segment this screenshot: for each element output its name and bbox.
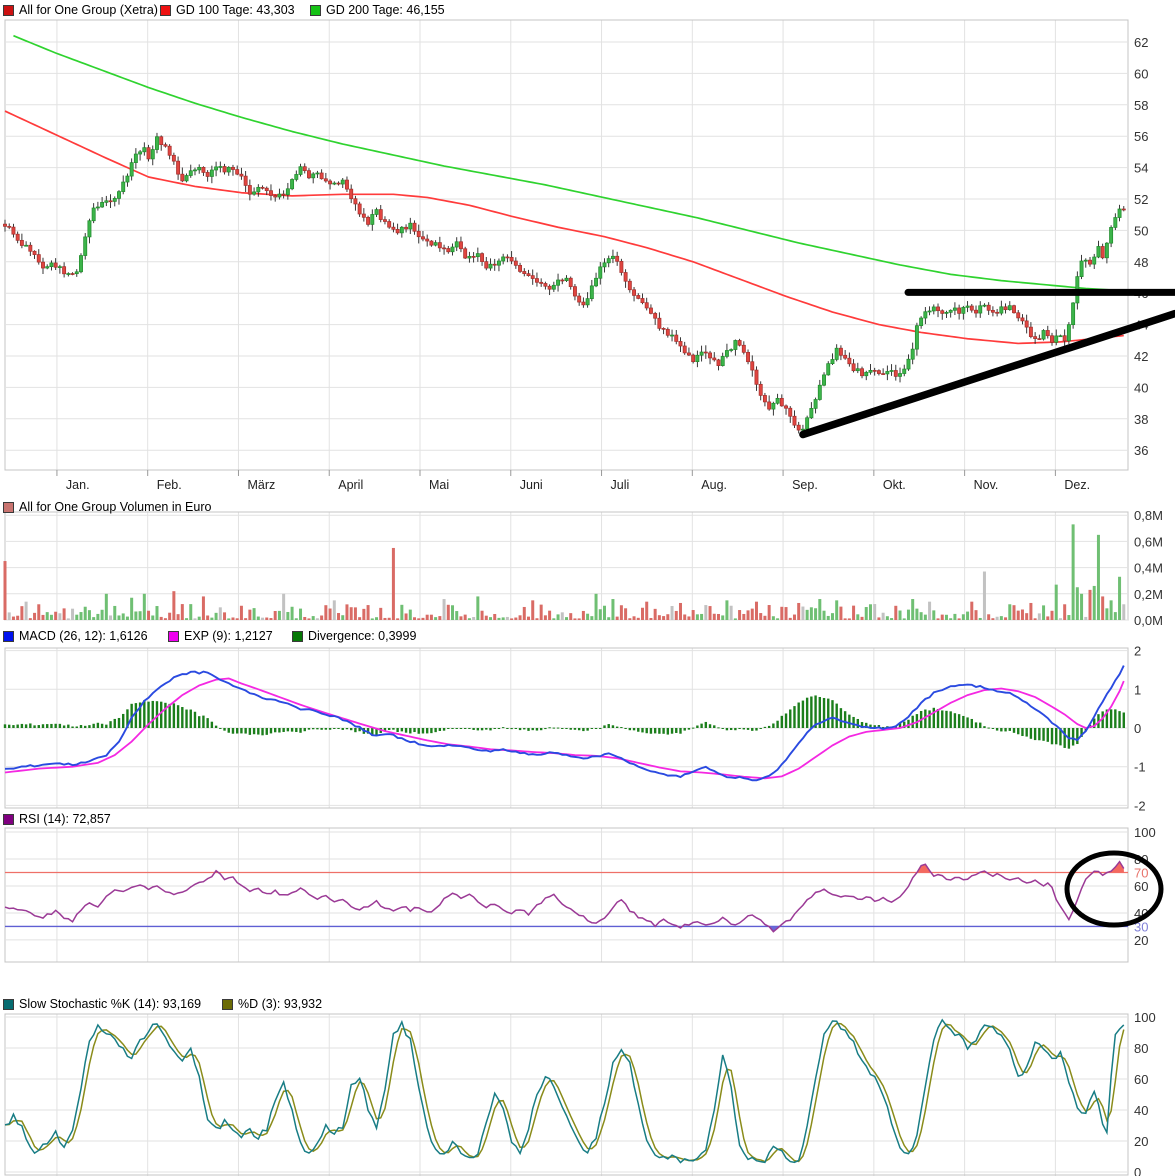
chart-page: 62605856545250484644424038360,8M0,6M0,4M…: [0, 0, 1175, 1176]
svg-text:100: 100: [1134, 1010, 1156, 1025]
legend-label: Slow Stochastic %K (14): 93,169: [19, 997, 202, 1011]
macd-color-swatch: [3, 630, 14, 642]
svg-text:54: 54: [1134, 161, 1148, 176]
volume-legend: All for One Group Volumen in Euro: [0, 500, 1175, 514]
svg-text:0: 0: [1134, 721, 1141, 736]
svg-text:0,6M: 0,6M: [1134, 534, 1163, 549]
price-legend: All for One Group (Xetra) GD 100 Tage: 4…: [0, 3, 1175, 17]
svg-text:20: 20: [1134, 933, 1148, 948]
svg-text:2: 2: [1134, 644, 1141, 659]
legend-label: RSI (14): 72,857: [19, 812, 111, 826]
svg-text:48: 48: [1134, 255, 1148, 270]
macd-legend: MACD (26, 12): 1,6126 EXP (9): 1,2127 Di…: [0, 629, 1175, 643]
svg-text:42: 42: [1134, 349, 1148, 364]
svg-text:40: 40: [1134, 380, 1148, 395]
svg-text:58: 58: [1134, 98, 1148, 113]
svg-text:Dez.: Dez.: [1064, 478, 1090, 492]
stochastic-legend: Slow Stochastic %K (14): 93,169 %D (3): …: [0, 997, 1175, 1011]
gd100-color-swatch: [160, 4, 171, 16]
legend-volume: All for One Group Volumen in Euro: [3, 500, 211, 514]
svg-text:0,2M: 0,2M: [1134, 587, 1163, 602]
legend-rsi: RSI (14): 72,857: [3, 812, 111, 826]
svg-text:Feb.: Feb.: [157, 478, 182, 492]
rsi-color-swatch: [3, 813, 14, 825]
svg-text:40: 40: [1134, 1103, 1148, 1118]
price-panel: [3, 34, 1126, 436]
svg-text:Juli: Juli: [611, 478, 630, 492]
legend-label: GD 200 Tage: 46,155: [326, 3, 445, 17]
svg-text:60: 60: [1134, 879, 1148, 894]
svg-text:0,4M: 0,4M: [1134, 561, 1163, 576]
legend-label: %D (3): 93,932: [238, 997, 323, 1011]
exp-color-swatch: [168, 630, 179, 642]
legend-label: All for One Group Volumen in Euro: [19, 500, 212, 514]
svg-text:50: 50: [1134, 223, 1148, 238]
svg-text:60: 60: [1134, 66, 1148, 81]
volume-color-swatch: [3, 501, 14, 513]
legend-exp: EXP (9): 1,2127: [168, 629, 273, 643]
svg-text:56: 56: [1134, 129, 1148, 144]
legend-label: Divergence: 0,3999: [308, 629, 417, 643]
svg-text:Mai: Mai: [429, 478, 449, 492]
gd200-color-swatch: [310, 4, 321, 16]
svg-text:60: 60: [1134, 1072, 1148, 1087]
legend-label: EXP (9): 1,2127: [184, 629, 273, 643]
svg-text:80: 80: [1134, 1041, 1148, 1056]
legend-stoch-d: %D (3): 93,932: [222, 997, 322, 1011]
legend-macd: MACD (26, 12): 1,6126: [3, 629, 148, 643]
svg-text:38: 38: [1134, 412, 1148, 427]
legend-label: MACD (26, 12): 1,6126: [19, 629, 148, 643]
svg-text:Juni: Juni: [520, 478, 543, 492]
svg-text:100: 100: [1134, 825, 1156, 840]
legend-divergence: Divergence: 0,3999: [292, 629, 416, 643]
series-color-swatch: [3, 4, 14, 16]
svg-text:Aug.: Aug.: [701, 478, 727, 492]
legend-label: All for One Group (Xetra): [19, 3, 158, 17]
svg-text:52: 52: [1134, 192, 1148, 207]
stoch-d-color-swatch: [222, 998, 233, 1010]
svg-text:36: 36: [1134, 443, 1148, 458]
svg-text:20: 20: [1134, 1134, 1148, 1149]
svg-text:April: April: [338, 478, 363, 492]
svg-text:Sep.: Sep.: [792, 478, 818, 492]
legend-stoch-k: Slow Stochastic %K (14): 93,169: [3, 997, 201, 1011]
svg-text:62: 62: [1134, 35, 1148, 50]
svg-text:Jan.: Jan.: [66, 478, 90, 492]
legend-label: GD 100 Tage: 43,303: [176, 3, 295, 17]
svg-text:März: März: [247, 478, 275, 492]
divergence-color-swatch: [292, 630, 303, 642]
rsi-legend: RSI (14): 72,857: [0, 812, 1175, 826]
svg-text:-1: -1: [1134, 760, 1146, 775]
svg-text:0,0M: 0,0M: [1134, 613, 1163, 628]
svg-text:Okt.: Okt.: [883, 478, 906, 492]
stoch-k-color-swatch: [3, 998, 14, 1010]
svg-text:1: 1: [1134, 682, 1141, 697]
volume-panel: [3, 524, 1126, 620]
rsi-panel: [4, 860, 1128, 933]
legend-gd200: GD 200 Tage: 46,155: [310, 3, 445, 17]
svg-text:0: 0: [1134, 1165, 1141, 1176]
legend-series-main: All for One Group (Xetra): [3, 3, 158, 17]
macd-panel: [3, 665, 1125, 782]
legend-gd100: GD 100 Tage: 43,303: [160, 3, 295, 17]
svg-text:Nov.: Nov.: [974, 478, 999, 492]
